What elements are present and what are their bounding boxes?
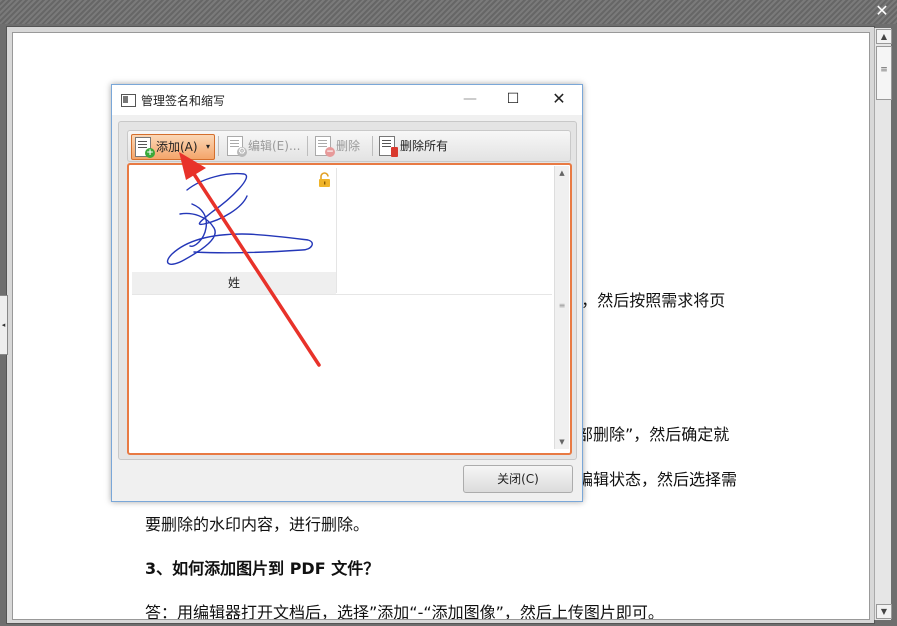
delete-all-icon bbox=[379, 136, 398, 157]
scroll-thumb[interactable]: ≡ bbox=[876, 46, 892, 100]
doc-paragraph: 要删除的水印内容，进行删除。 bbox=[145, 515, 370, 534]
signature-image bbox=[166, 172, 313, 265]
viewer-close-icon[interactable]: ✕ bbox=[873, 2, 891, 20]
delete-all-label: 删除所有 bbox=[400, 139, 449, 153]
close-window-button[interactable]: ✕ bbox=[536, 85, 582, 115]
dialog-titlebar[interactable]: 管理签名和缩写 — ☐ ✕ bbox=[112, 85, 582, 115]
scroll-up-icon[interactable]: ▲ bbox=[555, 166, 569, 180]
list-divider bbox=[132, 294, 552, 295]
scroll-down-icon[interactable]: ▼ bbox=[555, 435, 569, 449]
dialog-title: 管理签名和缩写 bbox=[141, 94, 226, 108]
toolbar-divider bbox=[218, 136, 219, 156]
app-icon bbox=[121, 94, 136, 107]
add-document-icon: + bbox=[135, 137, 155, 158]
manage-signatures-dialog: 管理签名和缩写 — ☐ ✕ + 添加(A) ▾ ⚙ 编辑(E)... − 删除 … bbox=[111, 84, 583, 502]
doc-text-fragment: 部删除”，然后确定就 bbox=[577, 425, 730, 444]
dialog-body: + 添加(A) ▾ ⚙ 编辑(E)... − 删除 删除所有 姓 ▲ ≡ ▼ bbox=[118, 121, 577, 460]
close-dialog-button[interactable]: 关闭(C) bbox=[463, 465, 573, 493]
delete-signature-button[interactable]: − 删除 bbox=[312, 134, 368, 158]
document-scrollbar[interactable]: ▲ ≡ ▼ bbox=[874, 28, 892, 620]
toolbar-divider bbox=[372, 136, 373, 156]
doc-paragraph: 答：用编辑器打开文档后，选择”添加“-“添加图像”，然后上传图片即可。 bbox=[145, 603, 664, 620]
signature-label: 姓 bbox=[132, 272, 336, 294]
edit-label: 编辑(E)... bbox=[248, 139, 301, 153]
delete-document-icon: − bbox=[315, 136, 335, 157]
edit-signature-button[interactable]: ⚙ 编辑(E)... bbox=[224, 134, 304, 158]
signature-item[interactable]: 姓 bbox=[132, 168, 337, 294]
doc-text-fragment: 编辑状态，然后选择需 bbox=[577, 470, 738, 489]
scroll-up-icon[interactable]: ▲ bbox=[876, 29, 892, 44]
delete-label: 删除 bbox=[336, 139, 361, 153]
minimize-button[interactable]: — bbox=[447, 85, 493, 115]
add-signature-button[interactable]: + 添加(A) ▾ bbox=[131, 134, 215, 160]
signature-list[interactable]: 姓 ▲ ≡ ▼ bbox=[127, 163, 572, 455]
delete-all-button[interactable]: 删除所有 bbox=[376, 134, 462, 158]
doc-text-fragment: ”，然后按照需求将页 bbox=[573, 291, 726, 310]
maximize-button[interactable]: ☐ bbox=[490, 85, 536, 115]
doc-heading: 3、如何添加图片到 PDF 文件？ bbox=[145, 559, 380, 578]
add-label: 添加(A) bbox=[156, 140, 198, 154]
toolbar-divider bbox=[307, 136, 308, 156]
side-panel-handle[interactable]: ◂ bbox=[0, 295, 8, 355]
scroll-down-icon[interactable]: ▼ bbox=[876, 604, 892, 619]
chevron-down-icon[interactable]: ▾ bbox=[206, 135, 210, 159]
lock-icon bbox=[319, 172, 330, 187]
signature-toolbar: + 添加(A) ▾ ⚙ 编辑(E)... − 删除 删除所有 bbox=[127, 130, 571, 162]
grip-icon: ≡ bbox=[880, 65, 888, 75]
viewer-top-bar: ✕ bbox=[0, 0, 897, 24]
list-scrollbar[interactable]: ▲ ≡ ▼ bbox=[554, 166, 569, 449]
grip-icon: ≡ bbox=[558, 301, 566, 310]
edit-document-icon: ⚙ bbox=[227, 136, 247, 157]
